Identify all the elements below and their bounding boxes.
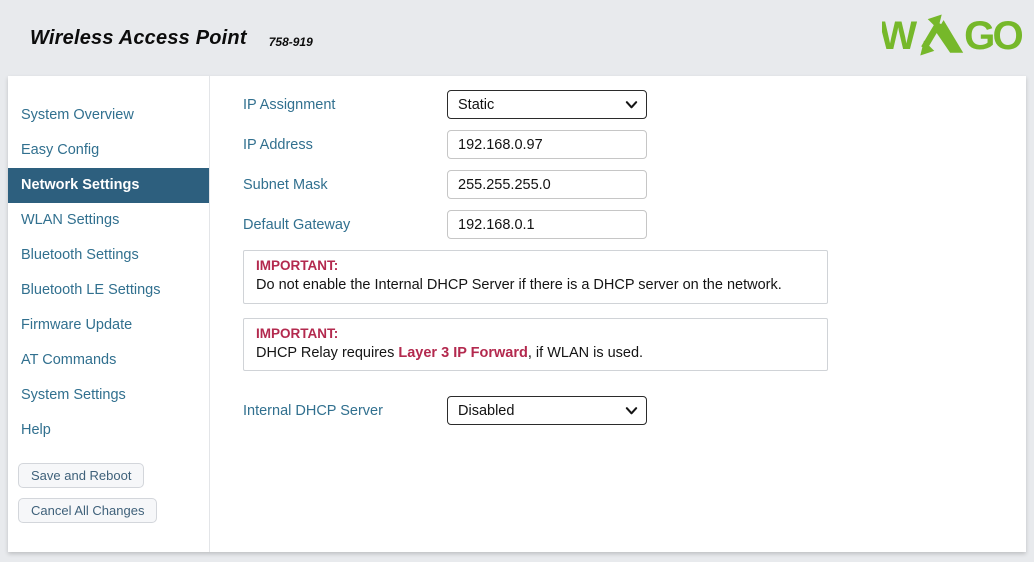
svg-text:GO: GO <box>964 13 1022 58</box>
content-card: System Overview Easy Config Network Sett… <box>8 76 1026 552</box>
sidebar-item-network-settings[interactable]: Network Settings <box>8 168 209 203</box>
subnet-mask-label: Subnet Mask <box>243 176 328 193</box>
ip-address-input[interactable] <box>447 130 647 159</box>
subnet-mask-row: Subnet Mask <box>243 170 1026 199</box>
sidebar-item-firmware-update[interactable]: Firmware Update <box>8 308 209 343</box>
notice-text-before: DHCP Relay requires <box>256 344 399 361</box>
ip-address-label: IP Address <box>243 136 313 153</box>
ip-address-row: IP Address <box>243 130 1026 159</box>
ip-assignment-value: Static <box>458 96 495 113</box>
sidebar-item-help[interactable]: Help <box>8 413 209 448</box>
ip-assignment-row: IP Assignment Static <box>243 90 1026 119</box>
sidebar-item-system-overview[interactable]: System Overview <box>8 98 209 133</box>
internal-dhcp-server-select[interactable]: Disabled <box>447 396 647 426</box>
ip-assignment-label: IP Assignment <box>243 96 336 113</box>
page-title: Wireless Access Point <box>30 26 247 49</box>
default-gateway-label: Default Gateway <box>243 216 351 233</box>
notice-text: DHCP Relay requires Layer 3 IP Forward, … <box>256 344 815 364</box>
notice-text: Do not enable the Internal DHCP Server i… <box>256 277 782 293</box>
cancel-all-changes-button[interactable]: Cancel All Changes <box>18 498 158 523</box>
chevron-down-icon <box>625 101 638 109</box>
sidebar-item-easy-config[interactable]: Easy Config <box>8 133 209 168</box>
internal-dhcp-server-value: Disabled <box>458 402 515 419</box>
sidebar-item-wlan-settings[interactable]: WLAN Settings <box>8 203 209 238</box>
internal-dhcp-server-row: Internal DHCP Server Disabled <box>243 396 1026 426</box>
wago-logo: W GO <box>879 12 1025 63</box>
dhcp-relay-notice: IMPORTANT: DHCP Relay requires Layer 3 I… <box>243 317 828 372</box>
wago-logo-icon: W GO <box>879 13 1025 58</box>
page: Wireless Access Point 758-919 W GO Syste… <box>0 0 1034 562</box>
network-settings-panel: IP Assignment Static IP Address Subnet M… <box>210 76 1026 552</box>
notice-title: IMPORTANT: <box>256 258 339 273</box>
sidebar-item-bluetooth-le-settings[interactable]: Bluetooth LE Settings <box>8 273 209 308</box>
header: Wireless Access Point 758-919 W GO <box>0 0 1034 76</box>
sidebar: System Overview Easy Config Network Sett… <box>8 76 210 552</box>
dhcp-server-notice: IMPORTANT: Do not enable the Internal DH… <box>243 250 828 304</box>
default-gateway-row: Default Gateway <box>243 210 1026 239</box>
save-and-reboot-button[interactable]: Save and Reboot <box>18 463 145 488</box>
internal-dhcp-server-label: Internal DHCP Server <box>243 402 383 419</box>
notice-text-after: , if WLAN is used. <box>527 344 644 361</box>
ip-assignment-select[interactable]: Static <box>447 90 647 119</box>
svg-text:W: W <box>882 13 917 58</box>
sidebar-item-at-commands[interactable]: AT Commands <box>8 343 209 378</box>
notice-title: IMPORTANT: <box>256 325 339 341</box>
sidebar-item-bluetooth-settings[interactable]: Bluetooth Settings <box>8 238 209 273</box>
notice-text-highlight: Layer 3 IP Forward <box>398 344 528 361</box>
sidebar-item-system-settings[interactable]: System Settings <box>8 378 209 413</box>
subnet-mask-input[interactable] <box>447 170 647 199</box>
model-number: 758-919 <box>268 34 313 49</box>
chevron-down-icon <box>625 407 638 415</box>
sidebar-buttons: Save and Reboot Cancel All Changes <box>18 463 209 523</box>
default-gateway-input[interactable] <box>447 210 647 239</box>
